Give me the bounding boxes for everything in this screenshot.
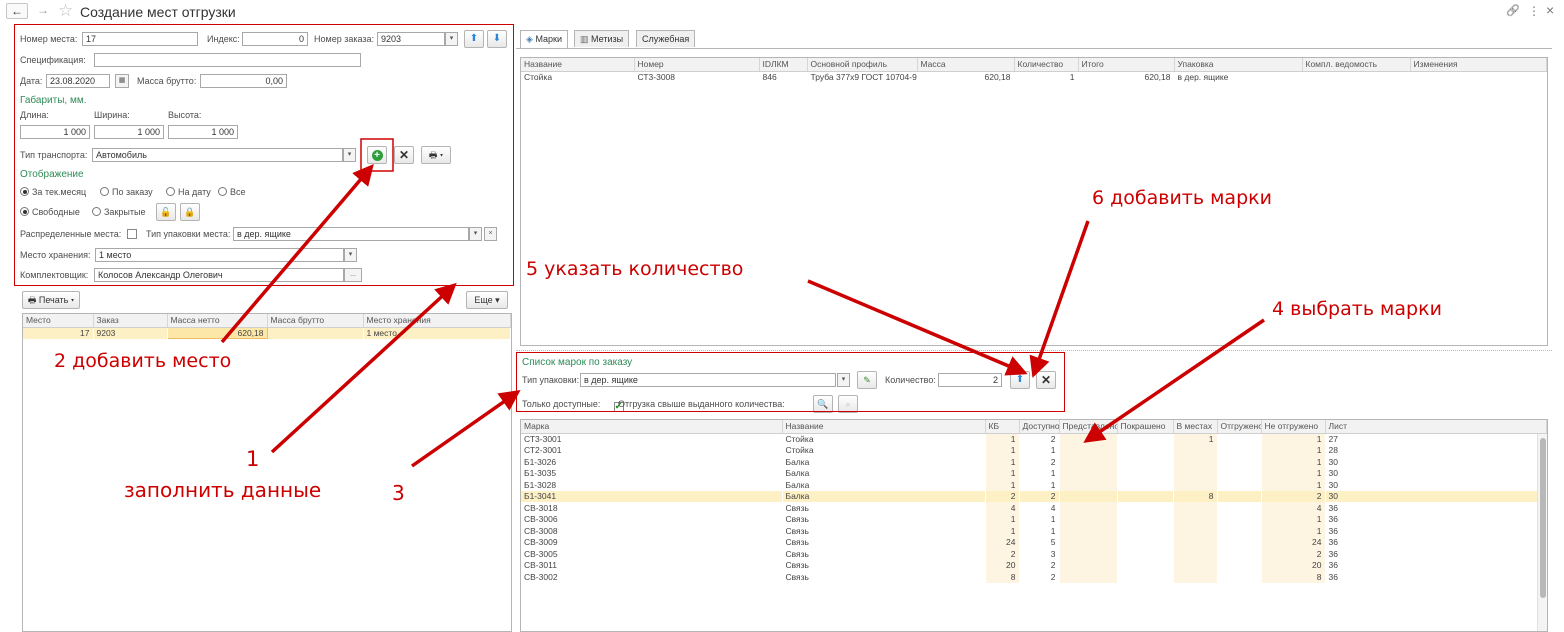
arrow-4 <box>1083 318 1265 443</box>
annotation-2: 2 добавить место <box>54 350 232 372</box>
arrow-6 <box>1029 220 1090 378</box>
arrow-3 <box>410 389 521 468</box>
annotation-6: 6 добавить марки <box>1092 187 1272 209</box>
annotation-1-text: заполнить данные <box>124 478 322 502</box>
annotation-1-number: 1 <box>246 447 260 471</box>
annotation-5: 5 указать количество <box>526 258 744 280</box>
annotation-3: 3 <box>392 481 405 505</box>
arrow-1 <box>270 282 457 454</box>
arrow-5 <box>807 279 1028 376</box>
annotation-4: 4 выбрать марки <box>1272 298 1442 320</box>
add-place-highlight-box <box>360 138 394 172</box>
arrow-2 <box>220 164 374 344</box>
